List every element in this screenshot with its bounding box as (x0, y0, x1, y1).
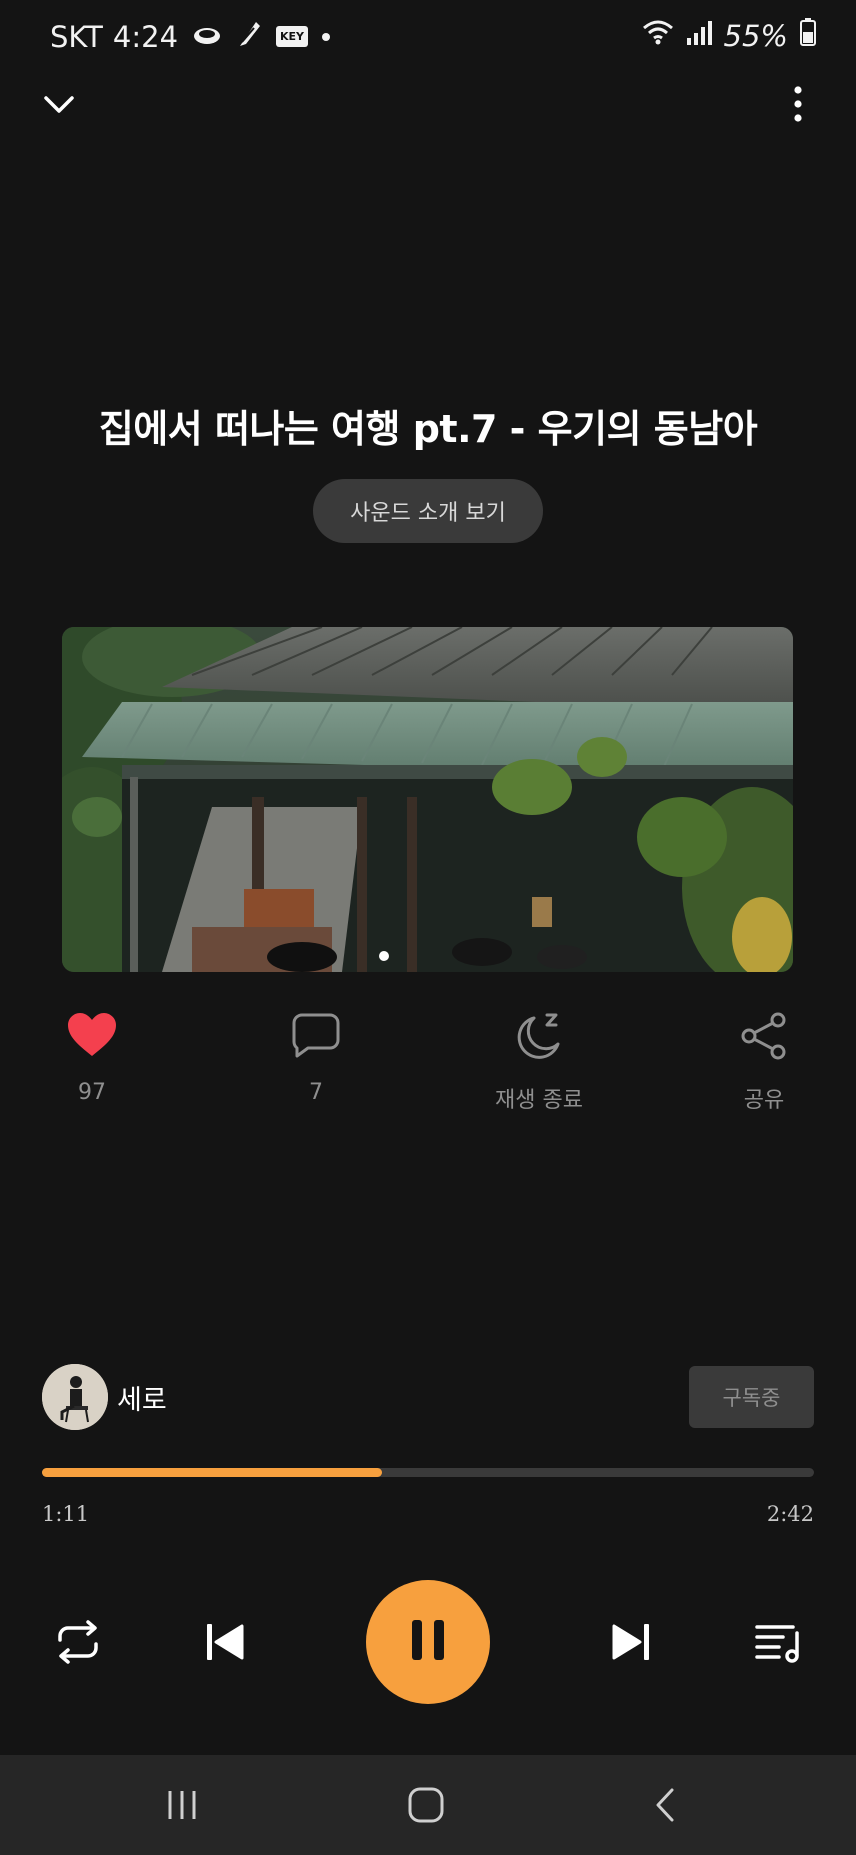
repeat-icon[interactable] (50, 1616, 106, 1668)
moon-icon[interactable] (514, 1012, 564, 1064)
system-navigation-bar (0, 1755, 856, 1855)
battery-percent: 55% (723, 18, 788, 53)
share-icon[interactable] (741, 1012, 787, 1064)
sleep-timer-action[interactable]: 재생 종료 (459, 1012, 619, 1114)
cover-artwork-image (62, 627, 793, 972)
skip-previous-icon[interactable] (202, 1620, 248, 1664)
skip-next-icon[interactable] (608, 1620, 654, 1664)
feather-notification-icon (236, 18, 262, 55)
battery-icon (800, 18, 816, 53)
sound-intro-button[interactable]: 사운드 소개 보기 (313, 479, 543, 543)
like-action[interactable]: 97 (12, 1012, 172, 1105)
seek-bar[interactable] (42, 1468, 814, 1477)
cover-artwork[interactable] (62, 627, 793, 972)
elapsed-time: 1:11 (42, 1502, 90, 1526)
artist-name[interactable]: 세로 (117, 1378, 167, 1417)
pause-icon[interactable] (408, 1618, 448, 1666)
back-icon[interactable] (650, 1785, 680, 1825)
share-label: 공유 (743, 1088, 785, 1113)
like-count: 97 (78, 1080, 106, 1105)
total-duration: 2:42 (766, 1502, 814, 1526)
comment-count: 7 (309, 1080, 323, 1105)
share-action[interactable]: 공유 (684, 1012, 844, 1114)
subscribe-button[interactable]: 구독중 (689, 1366, 814, 1428)
status-bar-right: 55% (642, 18, 816, 53)
comment-action[interactable]: 7 (236, 1012, 396, 1105)
cloud-notification-icon (192, 20, 222, 54)
key-notification-icon: KEY (276, 26, 309, 47)
heart-icon[interactable] (67, 1012, 117, 1062)
playlist-icon[interactable] (750, 1618, 806, 1668)
comment-icon[interactable] (292, 1012, 340, 1062)
carrier-label: SKT (50, 19, 103, 54)
chevron-down-icon[interactable] (38, 88, 80, 122)
clock: 4:24 (112, 19, 179, 54)
pause-button[interactable] (366, 1580, 490, 1704)
track-title: 집에서 떠나는 여행 pt.7 - 우기의 동남아 (98, 407, 758, 451)
status-bar-left: SKT 4:24 KEY (50, 18, 331, 55)
signal-icon (686, 19, 712, 53)
more-notifications-dot-icon (322, 32, 331, 41)
avatar[interactable] (42, 1364, 108, 1430)
more-vertical-icon[interactable] (782, 84, 814, 124)
sleep-timer-label: 재생 종료 (495, 1088, 583, 1113)
home-icon[interactable] (402, 1785, 450, 1825)
seek-bar-progress (42, 1468, 382, 1477)
wifi-icon (642, 18, 674, 53)
recent-apps-icon[interactable] (160, 1785, 204, 1825)
carousel-indicator (379, 951, 389, 961)
